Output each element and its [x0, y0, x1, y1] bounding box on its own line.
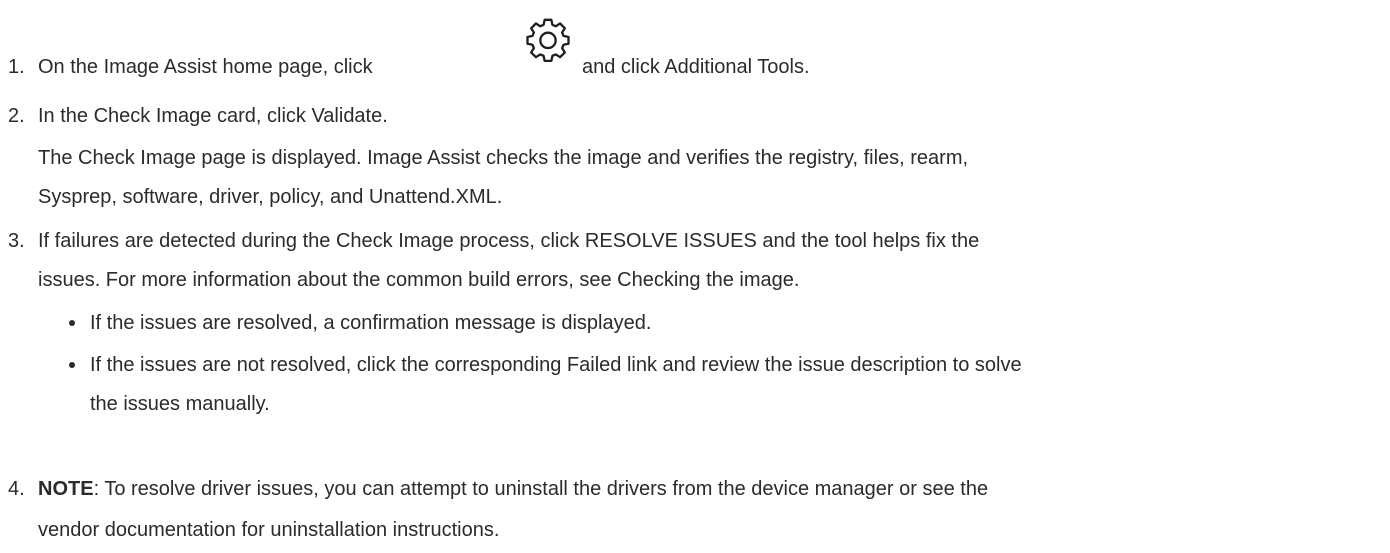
step-3-bullet-1: If the issues are resolved, a confirmati… [90, 312, 652, 334]
step-4-line-1: NOTE: To resolve driver issues, you can … [38, 472, 988, 506]
instruction-document: 1. On the Image Assist home page, click … [0, 0, 1390, 553]
step-3-line-2: issues. For more information about the c… [38, 269, 800, 291]
gear-icon [526, 18, 570, 62]
step-3-bullet-2-line-1: If the issues are not resolved, click th… [90, 354, 1022, 376]
step-4-line-2: vendor documentation for uninstallation … [38, 519, 500, 541]
bullet-dot [69, 362, 75, 368]
step-1-text-before-icon: On the Image Assist home page, click [38, 56, 373, 78]
step-number: 2. [8, 105, 25, 127]
step-1-text-after-icon: and click Additional Tools. [582, 56, 810, 78]
step-3-bullet-2-line-2: the issues manually. [90, 393, 270, 415]
step-2-result-line-1: The Check Image page is displayed. Image… [38, 147, 969, 169]
step-number: 3. [8, 230, 25, 252]
step-2-result-line-2: Sysprep, software, driver, policy, and U… [38, 186, 503, 208]
step-4-line-1-text: : To resolve driver issues, you can atte… [93, 478, 989, 500]
step-number: 4. [8, 478, 25, 500]
step-3-line-1: If failures are detected during the Chec… [38, 230, 980, 252]
note-label: NOTE [38, 478, 94, 500]
step-2-text: In the Check Image card, click Validate. [38, 105, 388, 127]
step-number: 1. [8, 56, 25, 78]
bullet-dot [69, 320, 75, 326]
